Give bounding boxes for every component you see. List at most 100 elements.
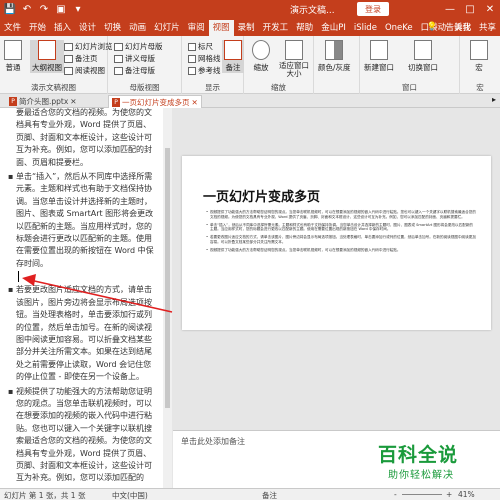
fit-to-window-button[interactable]: 适应窗口大小 [278,40,310,78]
tab-islide[interactable]: iSlide [350,20,381,36]
slide-sorter-button[interactable]: 幻灯片浏览 [64,41,113,52]
doc-tab-2[interactable]: P 一页幻灯片变成多页 ✕ [108,95,202,108]
switch-window-button[interactable]: 切换窗口 [408,40,438,73]
document-title: 演示文稿... [290,6,335,16]
outline-pane[interactable]: 要最适合您的文档的视频。为使您的文档具有专业外观，Word 提供了页眉、页脚、封… [0,108,172,488]
outline-paragraph[interactable]: ▪ 若要更改图片适应文档的方式，请单击该图片，图片旁边将会显示布局选项按钮。当处理… [8,284,158,383]
outline-paragraph[interactable]: 要最适合您的文档的视频。为使您的文档具有专业外观，Word 提供了页眉、页脚、封… [8,108,158,169]
zoom-button[interactable]: 缩放 [252,40,270,73]
window-controls: — □ ✕ [440,0,500,19]
notes-master-button[interactable]: 备注母版 [114,65,155,76]
guides-checkbox[interactable]: 参考线 [188,65,221,76]
scrollbar-thumb[interactable] [165,148,170,408]
group-color: 颜色/灰度 [314,36,360,94]
outline-view-button[interactable]: 大纲视图 [30,40,64,73]
color-grey-button[interactable]: 颜色/灰度 [318,40,351,73]
group-label-master-views: 母版视图 [129,83,160,92]
group-label-presentation-views: 演示文稿视图 [31,83,76,92]
zoom-out-button[interactable]: - [394,490,397,499]
zoom-level[interactable]: 41% [458,490,475,499]
tab-review[interactable]: 审阅 [184,20,209,36]
ruler-checkbox[interactable]: 标尺 [188,41,213,52]
menu-right: 💡 告诉我 共享 [427,21,496,33]
tab-animations[interactable]: 动画 [125,20,150,36]
slide-count: 幻灯片 第 1 张，共 1 张 [4,491,86,500]
outline-view-icon [38,40,56,60]
zoom-slider[interactable] [402,494,442,495]
quick-access-toolbar: 💾 ↶ ↷ ▣ ▾ [0,3,85,17]
restore-button[interactable]: □ [460,0,480,19]
notes-placeholder: 单击此处添加备注 [181,437,245,446]
reading-view-icon [64,66,73,75]
normal-view-button[interactable]: 普通 [4,40,22,73]
reading-view-button[interactable]: 阅读视图 [64,65,105,76]
outline-scrollbar[interactable] [163,108,172,488]
tab-insert[interactable]: 插入 [50,20,75,36]
group-master-views: 幻灯片母版 讲义母版 备注母版 母版视图 [108,36,182,94]
outline-content[interactable]: 要最适合您的文档的视频。为使您的文档具有专业外观，Word 提供了页眉、页脚、封… [8,108,158,485]
group-label-show: 显示 [205,83,220,92]
notes-toggle-button[interactable]: 备注 [222,40,244,73]
gridlines-checkbox[interactable]: 网格线 [188,53,221,64]
notes-master-icon [114,66,123,75]
slide-title[interactable]: 一页幻灯片变成多页 [203,186,320,205]
notes-page-button[interactable]: 备注页 [64,53,98,64]
slide-master-button[interactable]: 幻灯片母版 [114,41,163,52]
share-button[interactable]: 共享 [479,21,496,33]
pptx-icon: P [9,97,17,106]
macros-button[interactable]: 宏 [470,40,488,73]
tab-kingsoft[interactable]: 金山PI [317,20,350,36]
outline-paragraph[interactable]: ▪ 视频提供了功能强大的方法帮助您证明您的观点。当您单击联机视频时，可以在想要添加… [8,386,158,485]
tab-help[interactable]: 帮助 [292,20,317,36]
new-window-button[interactable]: 新建窗口 [364,40,394,73]
slide-body[interactable]: 视频提供了功能强大的方法帮助您证明您的观点。当您单击联机视频时，可以在想要添加的… [206,210,476,256]
slide-canvas[interactable]: 一页幻灯片变成多页 视频提供了功能强大的方法帮助您证明您的观点。当您单击联机视频… [182,156,491,330]
slide-sorter-icon [64,42,73,51]
tab-file[interactable]: 文件 [0,20,25,36]
watermark-subtitle: 助你轻松解决 [388,470,454,481]
tab-slideshow[interactable]: 幻灯片 [150,20,184,36]
tab-scroll-right-icon[interactable]: ▸ [492,95,496,104]
doc-tab-1[interactable]: P 简介头图.pptx ✕ [6,95,80,108]
tell-me-button[interactable]: 告诉我 [445,21,471,33]
status-bar: 幻灯片 第 1 张，共 1 张 中文(中国) 备注 - + 41% [0,488,500,500]
group-show: 标尺 网格线 参考线 备注 显示 [182,36,244,94]
present-icon[interactable]: ▣ [54,3,68,17]
tab-onekey[interactable]: OneKe [381,20,417,36]
customize-icon[interactable]: ▾ [71,3,85,17]
watermark-logo: 百科全说 助你轻松解决 [366,440,496,486]
close-tab-icon[interactable]: ✕ [192,98,198,107]
slide-master-icon [114,42,123,51]
slide-bullet: 视频提供了功能强大的方法帮助您证明您的观点。当您单击联机视频时，可以在想要添加的… [206,210,476,220]
tab-transitions[interactable]: 切换 [100,20,125,36]
redo-icon[interactable]: ↷ [37,3,51,17]
undo-icon[interactable]: ↶ [20,3,34,17]
text-cursor [18,271,19,283]
title-bar: 💾 ↶ ↷ ▣ ▾ 演示文稿... 登录 — □ ✕ [0,0,500,19]
switch-window-icon [414,40,432,60]
zoom-in-button[interactable]: + [446,490,452,499]
close-tab-icon[interactable]: ✕ [70,97,76,106]
close-button[interactable]: ✕ [480,0,500,19]
group-label-zoom: 缩放 [271,83,286,92]
macro-icon [470,40,488,60]
group-label-macros: 宏 [476,83,484,92]
text-cursor-line[interactable] [8,270,158,284]
notes-status-button[interactable]: 备注 [262,490,277,500]
tab-design[interactable]: 设计 [75,20,100,36]
tab-home[interactable]: 开始 [25,20,50,36]
autosave-icon[interactable]: 💾 [3,3,17,17]
minimize-button[interactable]: — [440,0,460,19]
tab-record[interactable]: 录制 [234,20,259,36]
group-window: 新建窗口 切换窗口 窗口 [360,36,460,94]
tab-developer[interactable]: 开发工 [259,20,293,36]
language-indicator[interactable]: 中文(中国) [112,490,148,500]
pptx-icon: P [112,97,120,107]
login-button[interactable]: 登录 [357,2,389,16]
fit-window-icon [285,40,303,60]
slide-editing-area: 一页幻灯片变成多页 视频提供了功能强大的方法帮助您证明您的观点。当您单击联机视频… [173,108,500,430]
tab-view[interactable]: 视图 [208,20,234,36]
lightbulb-icon: 💡 [426,22,438,32]
handout-master-button[interactable]: 讲义母版 [114,53,155,64]
outline-paragraph[interactable]: ▪ 单击“插入”，然后从不同库中选择所需元素。主题和样式也有助于文档保持协调。当您… [8,171,158,270]
